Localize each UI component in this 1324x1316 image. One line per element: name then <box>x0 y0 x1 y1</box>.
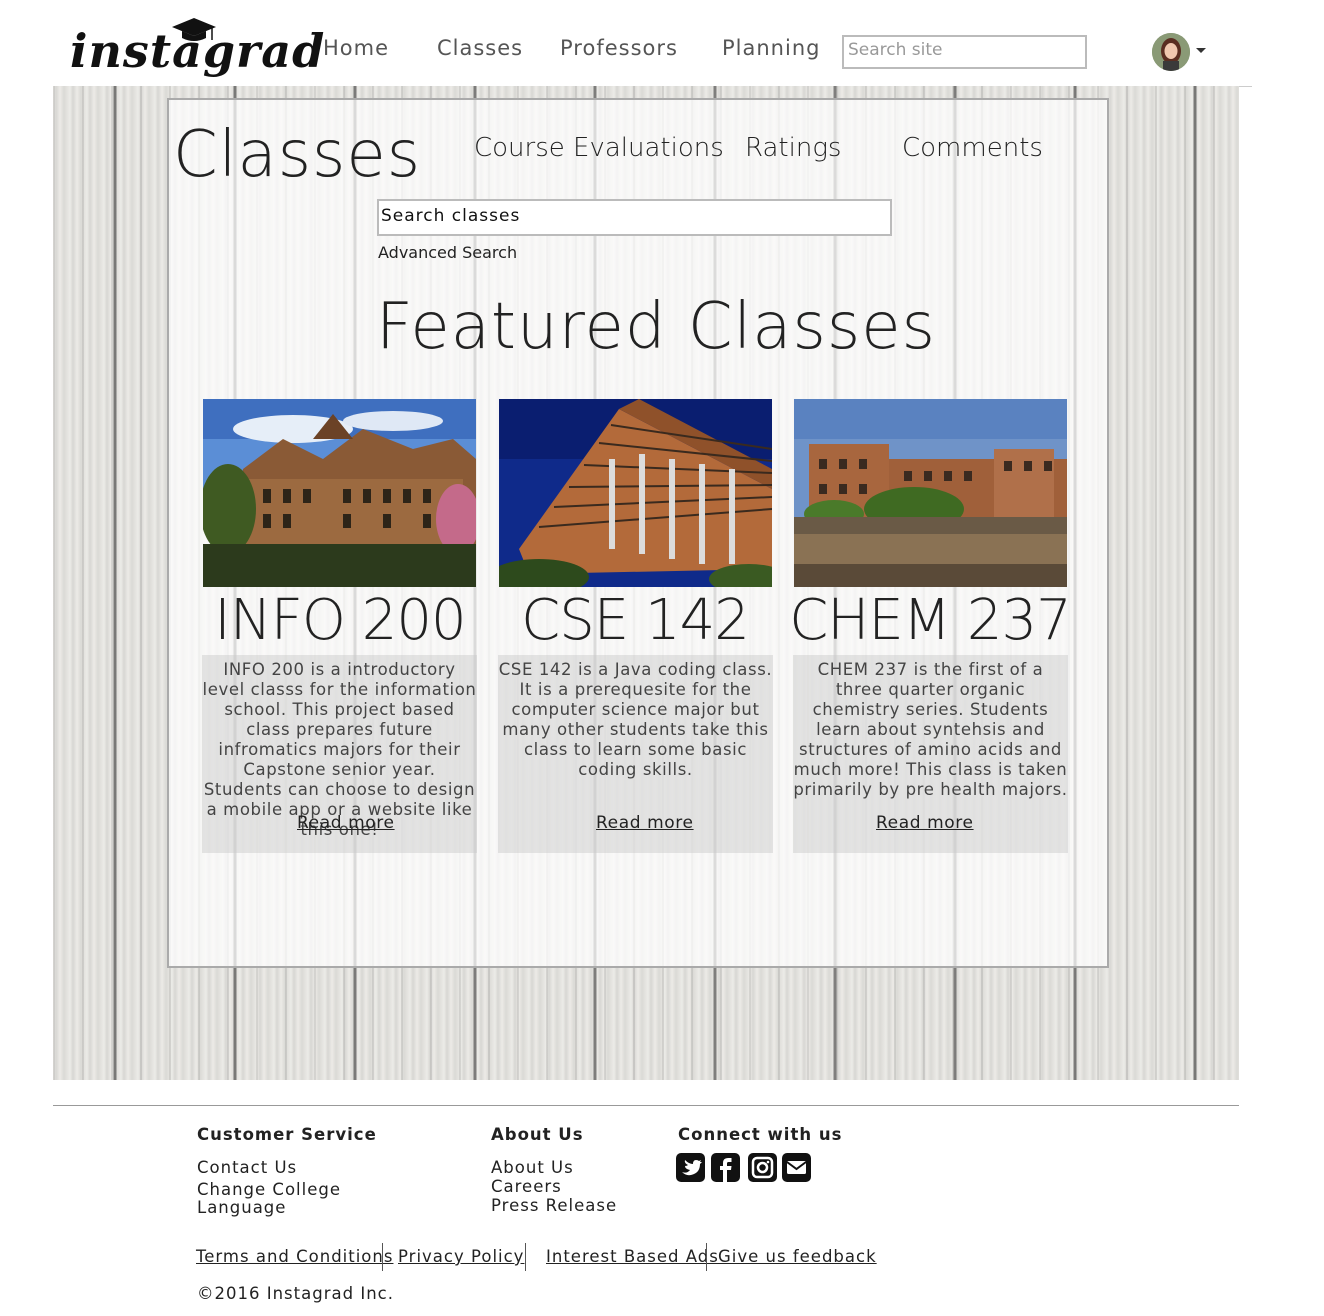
footer-separator <box>706 1243 707 1271</box>
footer-separator <box>525 1243 526 1271</box>
class-search-input[interactable]: Search classes <box>377 199 892 236</box>
chem-237-description: CHEM 237 is the first of a three quarter… <box>793 660 1068 799</box>
copyright-text: ©2016 Instagrad Inc. <box>197 1284 394 1303</box>
twitter-icon[interactable] <box>676 1153 705 1182</box>
about-us-link[interactable]: About Us <box>491 1158 574 1177</box>
contact-us-link[interactable]: Contact Us <box>197 1158 297 1177</box>
language-link[interactable]: Language <box>197 1198 286 1217</box>
cse-142-description: CSE 142 is a Java coding class. It is a … <box>498 660 773 779</box>
top-navbar: instagrad Home Classes Professors Planni… <box>0 0 1324 87</box>
about-us-heading: About Us <box>491 1125 584 1144</box>
chem-237-title[interactable]: CHEM 237 <box>785 588 1075 653</box>
user-avatar[interactable] <box>1152 33 1190 71</box>
nav-classes-link[interactable]: Classes <box>437 36 523 60</box>
graduation-cap-icon <box>172 18 216 41</box>
footer-divider <box>53 1105 1239 1106</box>
privacy-policy-link[interactable]: Privacy Policy <box>398 1247 524 1266</box>
ratings-link[interactable]: Ratings <box>745 133 841 163</box>
feedback-link[interactable]: Give us feedback <box>718 1247 877 1266</box>
connect-heading: Connect with us <box>678 1125 843 1144</box>
page-title: Classes <box>173 118 422 192</box>
press-release-link[interactable]: Press Release <box>491 1196 617 1215</box>
email-icon[interactable] <box>782 1153 811 1182</box>
course-evaluations-link[interactable]: Course Evaluations <box>474 133 724 163</box>
cse-142-image[interactable] <box>499 399 772 587</box>
user-avatar-image <box>1152 33 1190 71</box>
avatar-dropdown-caret-icon[interactable] <box>1196 48 1206 53</box>
nav-professors-link[interactable]: Professors <box>560 36 678 60</box>
featured-classes-heading: Featured Classes <box>376 290 936 364</box>
info-200-title[interactable]: INFO 200 <box>195 588 485 653</box>
change-college-link[interactable]: Change College <box>197 1180 341 1199</box>
terms-link[interactable]: Terms and Conditions <box>196 1247 393 1266</box>
instagram-icon[interactable] <box>748 1153 777 1182</box>
cse-142-title[interactable]: CSE 142 <box>490 588 780 653</box>
info-200-read-more-link[interactable]: Read more <box>297 813 395 833</box>
info-200-image[interactable] <box>203 399 476 587</box>
facebook-icon[interactable] <box>711 1153 740 1182</box>
nav-planning-link[interactable]: Planning <box>722 36 820 60</box>
cse-142-read-more-link[interactable]: Read more <box>596 813 694 833</box>
careers-link[interactable]: Careers <box>491 1177 562 1196</box>
chem-237-read-more-link[interactable]: Read more <box>876 813 974 833</box>
instagrad-logo[interactable]: instagrad <box>70 14 324 84</box>
advanced-search-link[interactable]: Advanced Search <box>378 243 517 262</box>
nav-home-link[interactable]: Home <box>323 36 389 60</box>
customer-service-heading: Customer Service <box>197 1125 377 1144</box>
site-search-input[interactable]: Search site <box>842 35 1087 69</box>
interest-based-ads-link[interactable]: Interest Based Ads <box>546 1247 719 1266</box>
comments-link[interactable]: Comments <box>902 133 1043 163</box>
footer-separator <box>382 1243 383 1271</box>
chem-237-image[interactable] <box>794 399 1067 587</box>
